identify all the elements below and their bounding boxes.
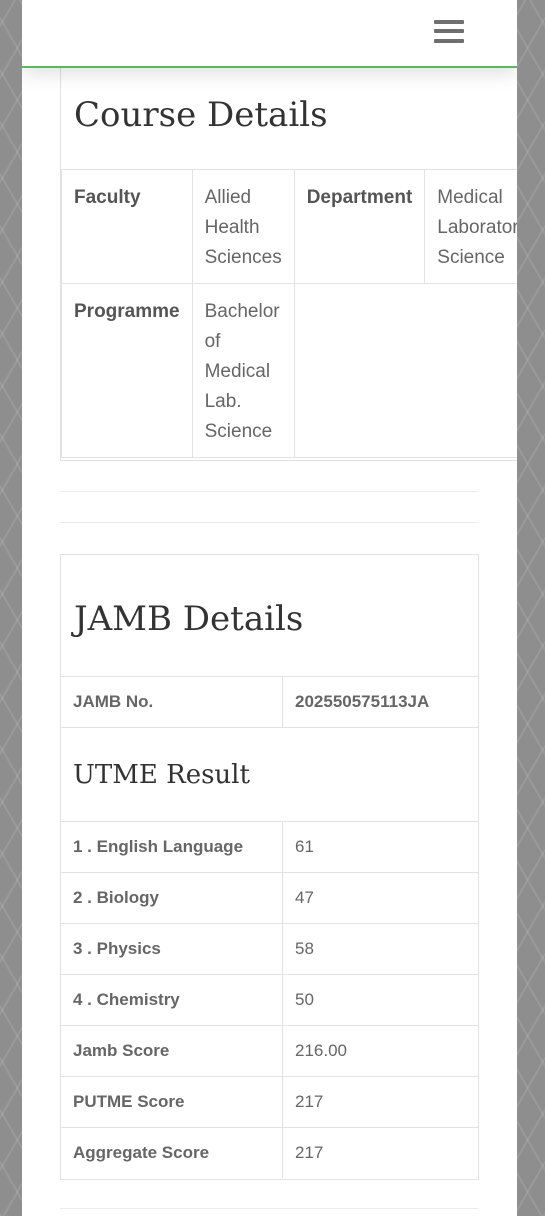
aggregate-score-value: 217: [282, 1127, 478, 1178]
jamb-details-title: JAMB Details: [74, 599, 304, 639]
empty-cell: [424, 283, 517, 458]
course-details-card: Course Details Faculty Allied Health Sci…: [60, 60, 517, 461]
department-label: Department: [293, 169, 426, 284]
subject-label: 4 . Chemistry: [61, 974, 283, 1026]
table-row: UTME Result: [61, 727, 478, 822]
section-divider: [60, 1208, 478, 1209]
table-row: 1 . English Language 61: [61, 821, 478, 873]
course-details-title: Course Details: [74, 95, 328, 135]
jamb-score-label: Jamb Score: [61, 1025, 283, 1077]
department-value: Medical Laboratory Science: [424, 169, 517, 284]
faculty-value: Allied Health Sciences: [191, 169, 295, 284]
jamb-no-label: JAMB No.: [61, 676, 283, 728]
subject-label: 1 . English Language: [61, 821, 283, 873]
table-row: Programme Bachelor of Medical Lab. Scien…: [61, 283, 517, 458]
section-divider: [60, 491, 478, 492]
table-row: Aggregate Score 217: [61, 1127, 478, 1178]
programme-value: Bachelor of Medical Lab. Science: [191, 283, 295, 458]
course-details-table: Faculty Allied Health Sciences Departmen…: [61, 169, 517, 458]
jamb-no-value: 202550575113JA: [282, 676, 478, 728]
utme-result-heading: UTME Result: [61, 727, 478, 822]
table-row: JAMB No. 202550575113JA: [61, 676, 478, 728]
empty-cell: [293, 283, 425, 458]
jamb-details-card: JAMB Details JAMB No. 202550575113JA UTM…: [60, 554, 479, 1180]
menu-bar-line: [434, 39, 464, 43]
menu-bar-line: [434, 20, 464, 24]
subject-label: 3 . Physics: [61, 923, 283, 975]
section-divider: [60, 522, 478, 523]
aggregate-score-label: Aggregate Score: [61, 1127, 283, 1178]
table-row: 2 . Biology 47: [61, 872, 478, 924]
faculty-label: Faculty: [61, 169, 193, 284]
table-row: Faculty Allied Health Sciences Departmen…: [61, 169, 517, 284]
putme-score-label: PUTME Score: [61, 1076, 283, 1128]
subject-label: 2 . Biology: [61, 872, 283, 924]
subject-score: 50: [282, 974, 478, 1026]
putme-score-value: 217: [282, 1076, 478, 1128]
top-navbar: [22, 0, 517, 68]
hamburger-menu-icon[interactable]: [430, 17, 468, 49]
menu-bar-line: [434, 29, 464, 33]
page-container: Course Details Faculty Allied Health Sci…: [22, 0, 517, 1216]
programme-label: Programme: [61, 283, 193, 458]
table-row: PUTME Score 217: [61, 1076, 478, 1128]
table-row: 3 . Physics 58: [61, 923, 478, 975]
jamb-score-value: 216.00: [282, 1025, 478, 1077]
subject-score: 58: [282, 923, 478, 975]
table-row: Jamb Score 216.00: [61, 1025, 478, 1077]
subject-score: 47: [282, 872, 478, 924]
subject-score: 61: [282, 821, 478, 873]
table-row: 4 . Chemistry 50: [61, 974, 478, 1026]
jamb-details-table: JAMB No. 202550575113JA UTME Result 1 . …: [61, 676, 478, 1178]
